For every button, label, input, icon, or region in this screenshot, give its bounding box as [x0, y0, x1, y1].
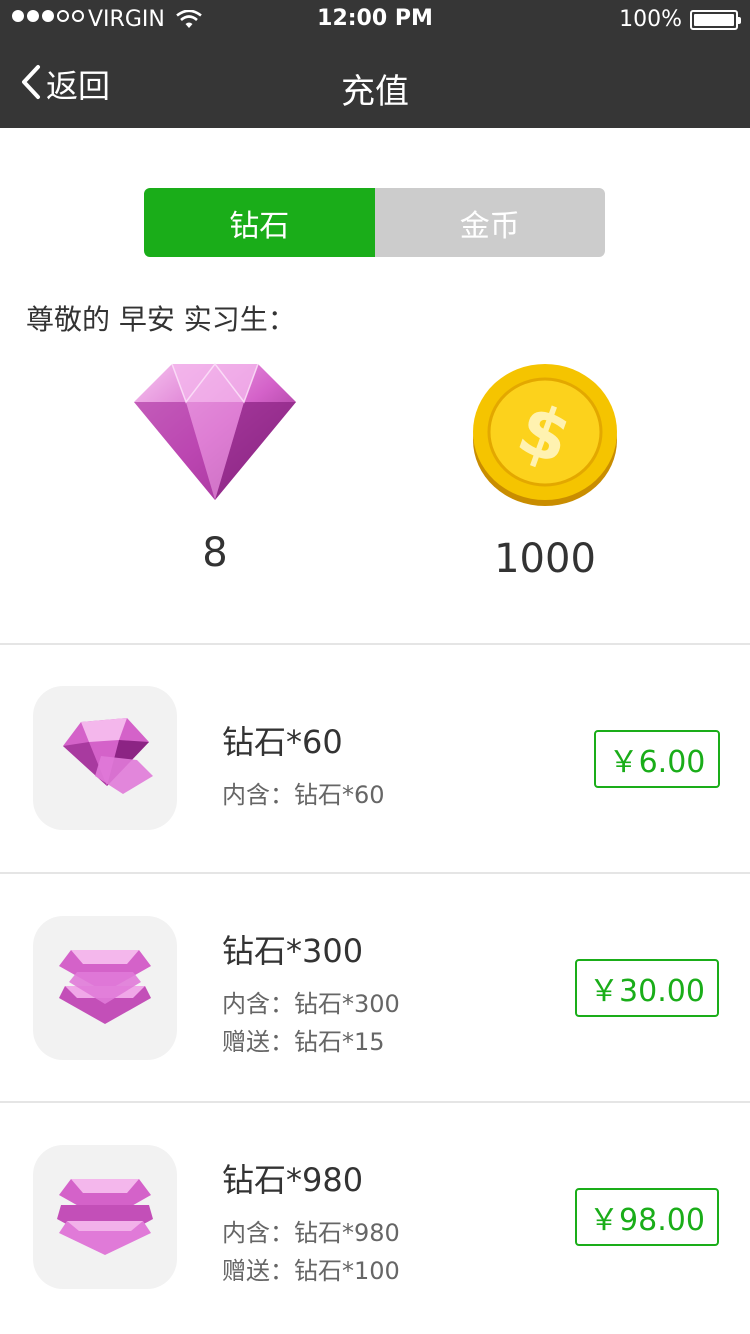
greeting-text: 尊敬的 早安 实习生： — [26, 303, 296, 336]
package-item[interactable]: 钻石*300 内含：钻石*300 赠送：钻石*15 ￥30.00 — [0, 874, 750, 1102]
package-thumbnail — [33, 686, 177, 830]
price-button[interactable]: ￥30.00 — [575, 959, 719, 1017]
package-item[interactable]: 钻石*60 内含：钻石*60 ￥6.00 — [0, 645, 750, 873]
package-thumbnail — [33, 1145, 177, 1289]
battery-percentage: 100% — [619, 7, 682, 32]
gold-count: 1000 — [494, 536, 596, 582]
price-button[interactable]: ￥98.00 — [575, 1188, 719, 1246]
currency-tabs: 钻石 金币 — [144, 188, 605, 257]
status-bar: VIRGIN 12:00 PM 100% — [0, 0, 750, 40]
top-bar: VIRGIN 12:00 PM 100% 返回 充值 — [0, 0, 750, 128]
diamond-balance: 8 — [130, 360, 300, 576]
tab-diamond[interactable]: 钻石 — [144, 188, 375, 257]
package-title: 钻石*60 — [222, 723, 343, 761]
diamond-icon — [57, 946, 153, 1030]
package-contents: 内含：钻石*60 — [222, 781, 385, 809]
diamond-icon — [132, 362, 298, 506]
price-button[interactable]: ￥6.00 — [594, 730, 720, 788]
package-bonus: 赠送：钻石*15 — [222, 1028, 385, 1056]
gold-balance: $ 1000 — [460, 360, 630, 582]
battery-icon — [690, 10, 741, 30]
tab-gold[interactable]: 金币 — [374, 188, 605, 257]
package-bonus: 赠送：钻石*100 — [222, 1257, 400, 1285]
diamond-icon — [57, 1175, 153, 1259]
package-title: 钻石*300 — [222, 932, 364, 970]
package-title: 钻石*980 — [222, 1161, 364, 1199]
package-item[interactable]: 钻石*980 内含：钻石*980 赠送：钻石*100 ￥98.00 — [0, 1103, 750, 1331]
package-contents: 内含：钻石*980 — [222, 1219, 400, 1247]
package-contents: 内含：钻石*300 — [222, 990, 400, 1018]
diamond-count: 8 — [202, 530, 228, 576]
gold-coin-icon: $ — [470, 364, 620, 512]
package-thumbnail — [33, 916, 177, 1060]
diamond-icon — [57, 716, 153, 800]
page-title: 充值 — [341, 72, 409, 112]
